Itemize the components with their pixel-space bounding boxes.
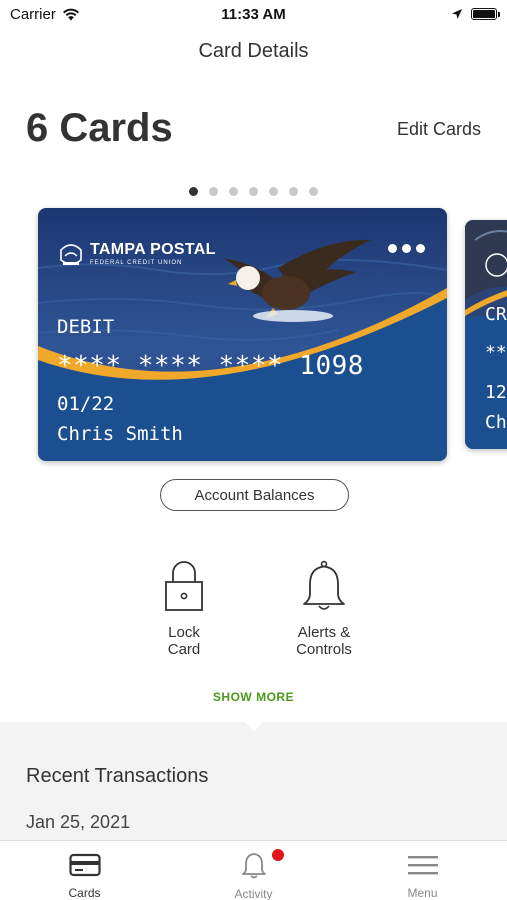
next-card-preview[interactable]: CR ** 12 Ch: [465, 220, 507, 449]
tab-cards-label: Cards: [68, 886, 101, 900]
card-pager[interactable]: [0, 187, 507, 196]
cards-count-title: 6 Cards: [26, 106, 173, 150]
issuer-subtitle: FEDERAL CREDIT UNION: [90, 260, 183, 266]
lock-card-button[interactable]: Lock Card: [124, 560, 244, 658]
tab-menu-label: Menu: [407, 886, 438, 900]
tab-activity-label: Activity: [234, 887, 273, 900]
section-pointer: [244, 721, 264, 732]
issuer-logo: TAMPA POSTAL FEDERAL CREDIT UNION: [58, 238, 216, 270]
tab-activity[interactable]: Activity: [169, 841, 338, 900]
activity-notification-badge: [272, 849, 284, 861]
tab-bar: Cards Activity Menu: [0, 840, 507, 900]
bell-icon: [301, 560, 347, 612]
more-dot-icon: [388, 244, 397, 253]
edit-cards-button[interactable]: Edit Cards: [397, 119, 481, 140]
bell-icon: [241, 851, 267, 879]
battery-icon: [471, 8, 500, 20]
lock-card-label: Lock Card: [167, 624, 201, 658]
page-dot[interactable]: [289, 187, 298, 196]
status-right: [451, 8, 500, 20]
page-dot[interactable]: [249, 187, 258, 196]
page-dot[interactable]: [189, 187, 198, 196]
hamburger-icon: [407, 851, 439, 878]
page-dot[interactable]: [209, 187, 218, 196]
card-icon: [68, 851, 101, 878]
tab-menu[interactable]: Menu: [338, 841, 507, 900]
lock-icon: [164, 560, 204, 612]
tab-cards[interactable]: Cards: [0, 841, 169, 900]
transaction-date-header: Jan 25, 2021: [26, 812, 131, 832]
next-card-expiry: 12: [485, 382, 507, 403]
debit-card[interactable]: TAMPA POSTAL FEDERAL CREDIT UNION DEBIT …: [38, 208, 447, 461]
recent-transactions-title: Recent Transactions: [26, 765, 209, 787]
credit-union-emblem-icon: [60, 244, 82, 265]
alerts-controls-button[interactable]: Alerts & Controls: [264, 560, 384, 658]
show-more-link[interactable]: SHOW MORE: [0, 690, 507, 704]
status-bar: Carrier 11:33 AM: [0, 0, 507, 28]
issuer-name: TAMPA POSTAL: [90, 241, 216, 258]
location-arrow-icon: [452, 9, 462, 19]
page-dot[interactable]: [269, 187, 278, 196]
next-card-holder: Ch: [485, 412, 507, 433]
card-type: DEBIT: [57, 316, 115, 338]
more-dot-icon: [416, 244, 425, 253]
card-more-options-button[interactable]: [388, 244, 425, 253]
page-dot[interactable]: [309, 187, 318, 196]
wifi-icon: [62, 8, 79, 20]
alerts-controls-label: Alerts & Controls: [296, 624, 352, 658]
account-balances-button[interactable]: Account Balances: [160, 479, 349, 511]
card-number: **** **** **** 1098: [57, 351, 364, 381]
nav-title: Card Details: [198, 40, 309, 62]
next-card-type: CR: [485, 304, 507, 325]
carrier-label: Carrier: [10, 5, 56, 23]
next-card-number: **: [485, 342, 507, 363]
card-holder-name: Chris Smith: [57, 423, 183, 445]
page-dot[interactable]: [229, 187, 238, 196]
status-left: Carrier: [10, 6, 80, 23]
recent-transactions-section: Recent Transactions Jan 25, 2021: [0, 721, 507, 840]
card-expiry: 01/22: [57, 393, 115, 415]
more-dot-icon: [402, 244, 411, 253]
